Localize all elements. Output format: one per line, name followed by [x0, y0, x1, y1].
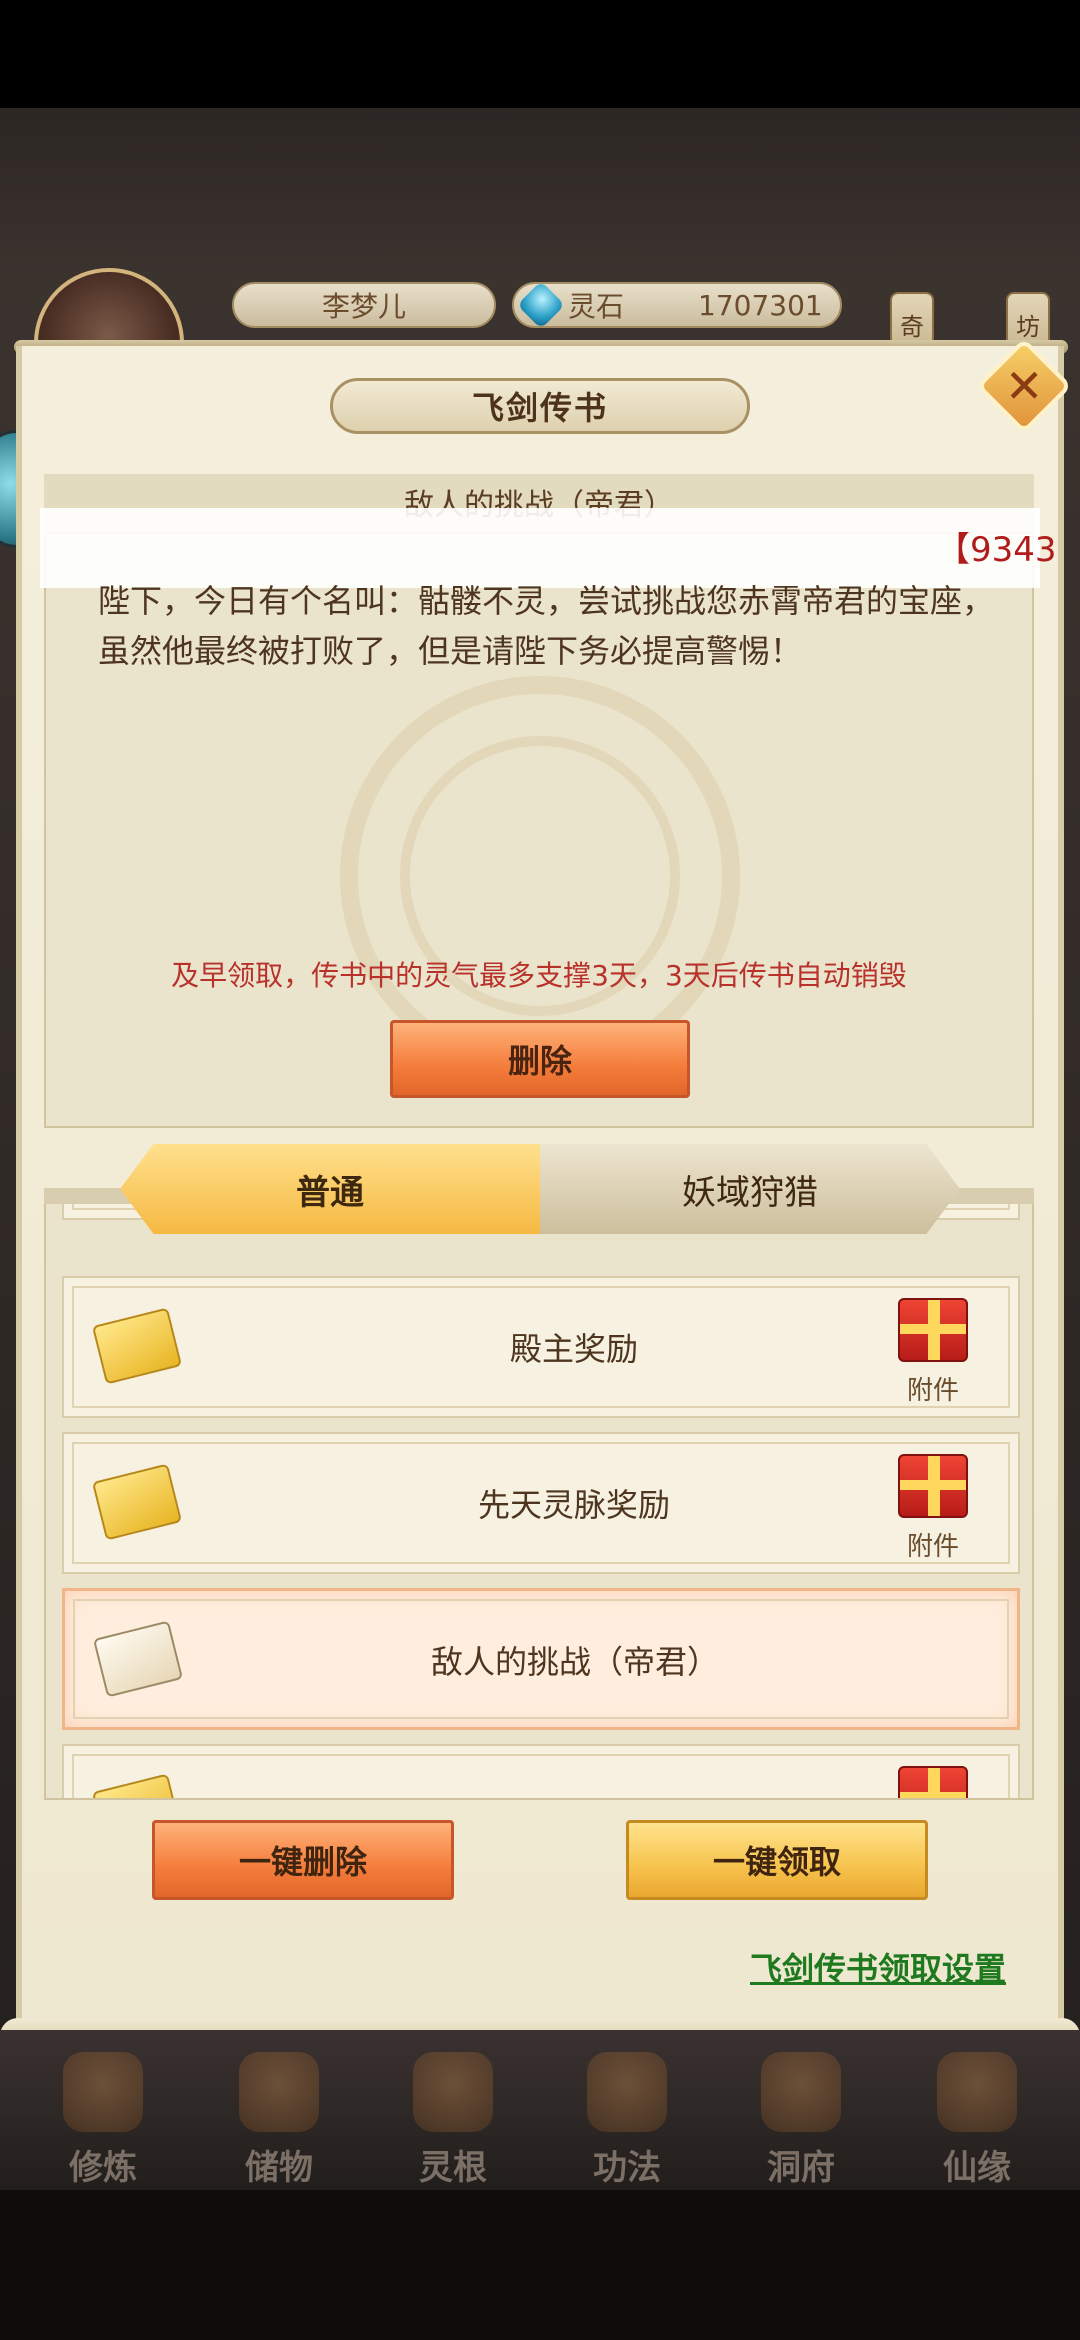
nav-cultivate[interactable]: 修炼 — [28, 2042, 178, 2192]
cave-house-icon — [761, 2052, 841, 2132]
tab-demon-hunt-label: 妖域狩猎 — [682, 1172, 818, 1213]
immortal-fate-icon — [937, 2052, 1017, 2132]
gift-box-icon — [898, 1298, 968, 1362]
mail-row-selected[interactable]: 敌人的挑战（帝君） — [62, 1588, 1020, 1730]
technique-book-icon — [587, 2052, 667, 2132]
dialog-title-bar: 飞剑传书 — [330, 378, 750, 434]
delete-button[interactable]: 删除 — [390, 1020, 690, 1098]
attachment-label: 附件 — [906, 1376, 959, 1406]
player-name: 李梦儿 — [321, 290, 406, 323]
nav-label: 储物 — [245, 2148, 313, 2188]
spirit-stone-icon — [516, 280, 566, 330]
gift-box-icon — [898, 1454, 968, 1518]
player-name-plate: 李梦儿 — [232, 282, 496, 328]
spirit-stone-counter: 灵石 1707301 — [512, 280, 842, 330]
mail-row-frame — [72, 1754, 1010, 1798]
mail-title: 殿主奖励 — [509, 1330, 638, 1368]
currency-name: 灵石 — [568, 290, 625, 323]
nav-immortal-fate[interactable]: 仙缘 — [902, 2042, 1052, 2192]
mail-title: 先天灵脉奖励 — [477, 1486, 670, 1524]
spirit-root-icon — [413, 2052, 493, 2132]
nav-label: 修炼 — [69, 2148, 137, 2188]
nav-label: 仙缘 — [943, 2148, 1011, 2188]
mail-row[interactable]: 先天灵脉奖励 附件 — [62, 1432, 1020, 1574]
mail-list[interactable]: 殿主奖励 附件 先天灵脉奖励 附件 敌人的挑战（帝君） — [44, 1188, 1034, 1800]
dialog-title: 飞剑传书 — [471, 389, 608, 427]
nav-label: 灵根 — [419, 2148, 487, 2188]
tab-normal-label: 普通 — [296, 1172, 364, 1213]
claim-all-button[interactable]: 一键领取 — [626, 1820, 928, 1900]
expiry-warning: 及早领取，传书中的灵气最多支撑3天，3天后传书自动销毁 — [171, 959, 907, 992]
nav-spirit-root[interactable]: 灵根 — [378, 2042, 528, 2192]
nav-storage[interactable]: 储物 — [204, 2042, 354, 2192]
delete-all-button[interactable]: 一键删除 — [152, 1820, 454, 1900]
tab-demon-hunt[interactable]: 妖域狩猎 — [540, 1144, 960, 1234]
side-tab-qi-label: 奇 — [900, 312, 924, 341]
marquee-badge: 【9343 — [936, 530, 1057, 570]
tab-normal[interactable]: 普通 — [120, 1144, 540, 1234]
mail-detail-body: 陛下，今日有个名叫：骷髅不灵，尝试挑战您赤霄帝君的宝座，虽然他最终被打败了，但是… — [98, 582, 995, 670]
nav-technique[interactable]: 功法 — [552, 2042, 702, 2192]
claim-all-label: 一键领取 — [712, 1843, 841, 1881]
close-icon: ✕ — [1004, 358, 1044, 413]
mail-row-partial-bottom[interactable] — [62, 1744, 1020, 1798]
mail-row[interactable]: 殿主奖励 附件 — [62, 1276, 1020, 1418]
nav-label: 功法 — [593, 2148, 661, 2188]
delete-all-label: 一键删除 — [238, 1843, 367, 1881]
attachment-label: 附件 — [906, 1532, 959, 1562]
nav-cave[interactable]: 洞府 — [726, 2042, 876, 2192]
nav-label: 洞府 — [767, 2148, 835, 2188]
bottom-system-area — [0, 2190, 1080, 2340]
storage-bag-icon — [239, 2052, 319, 2132]
cultivate-icon — [63, 2052, 143, 2132]
currency-amount: 1707301 — [698, 288, 823, 322]
delete-button-label: 删除 — [507, 1042, 572, 1080]
status-bar-area — [0, 0, 1080, 108]
side-tab-fang-label: 坊 — [1016, 312, 1040, 341]
mail-title: 敌人的挑战（帝君） — [430, 1643, 719, 1681]
claim-settings-link[interactable]: 飞剑传书领取设置 — [750, 1944, 1006, 1990]
gift-box-icon — [898, 1766, 968, 1798]
